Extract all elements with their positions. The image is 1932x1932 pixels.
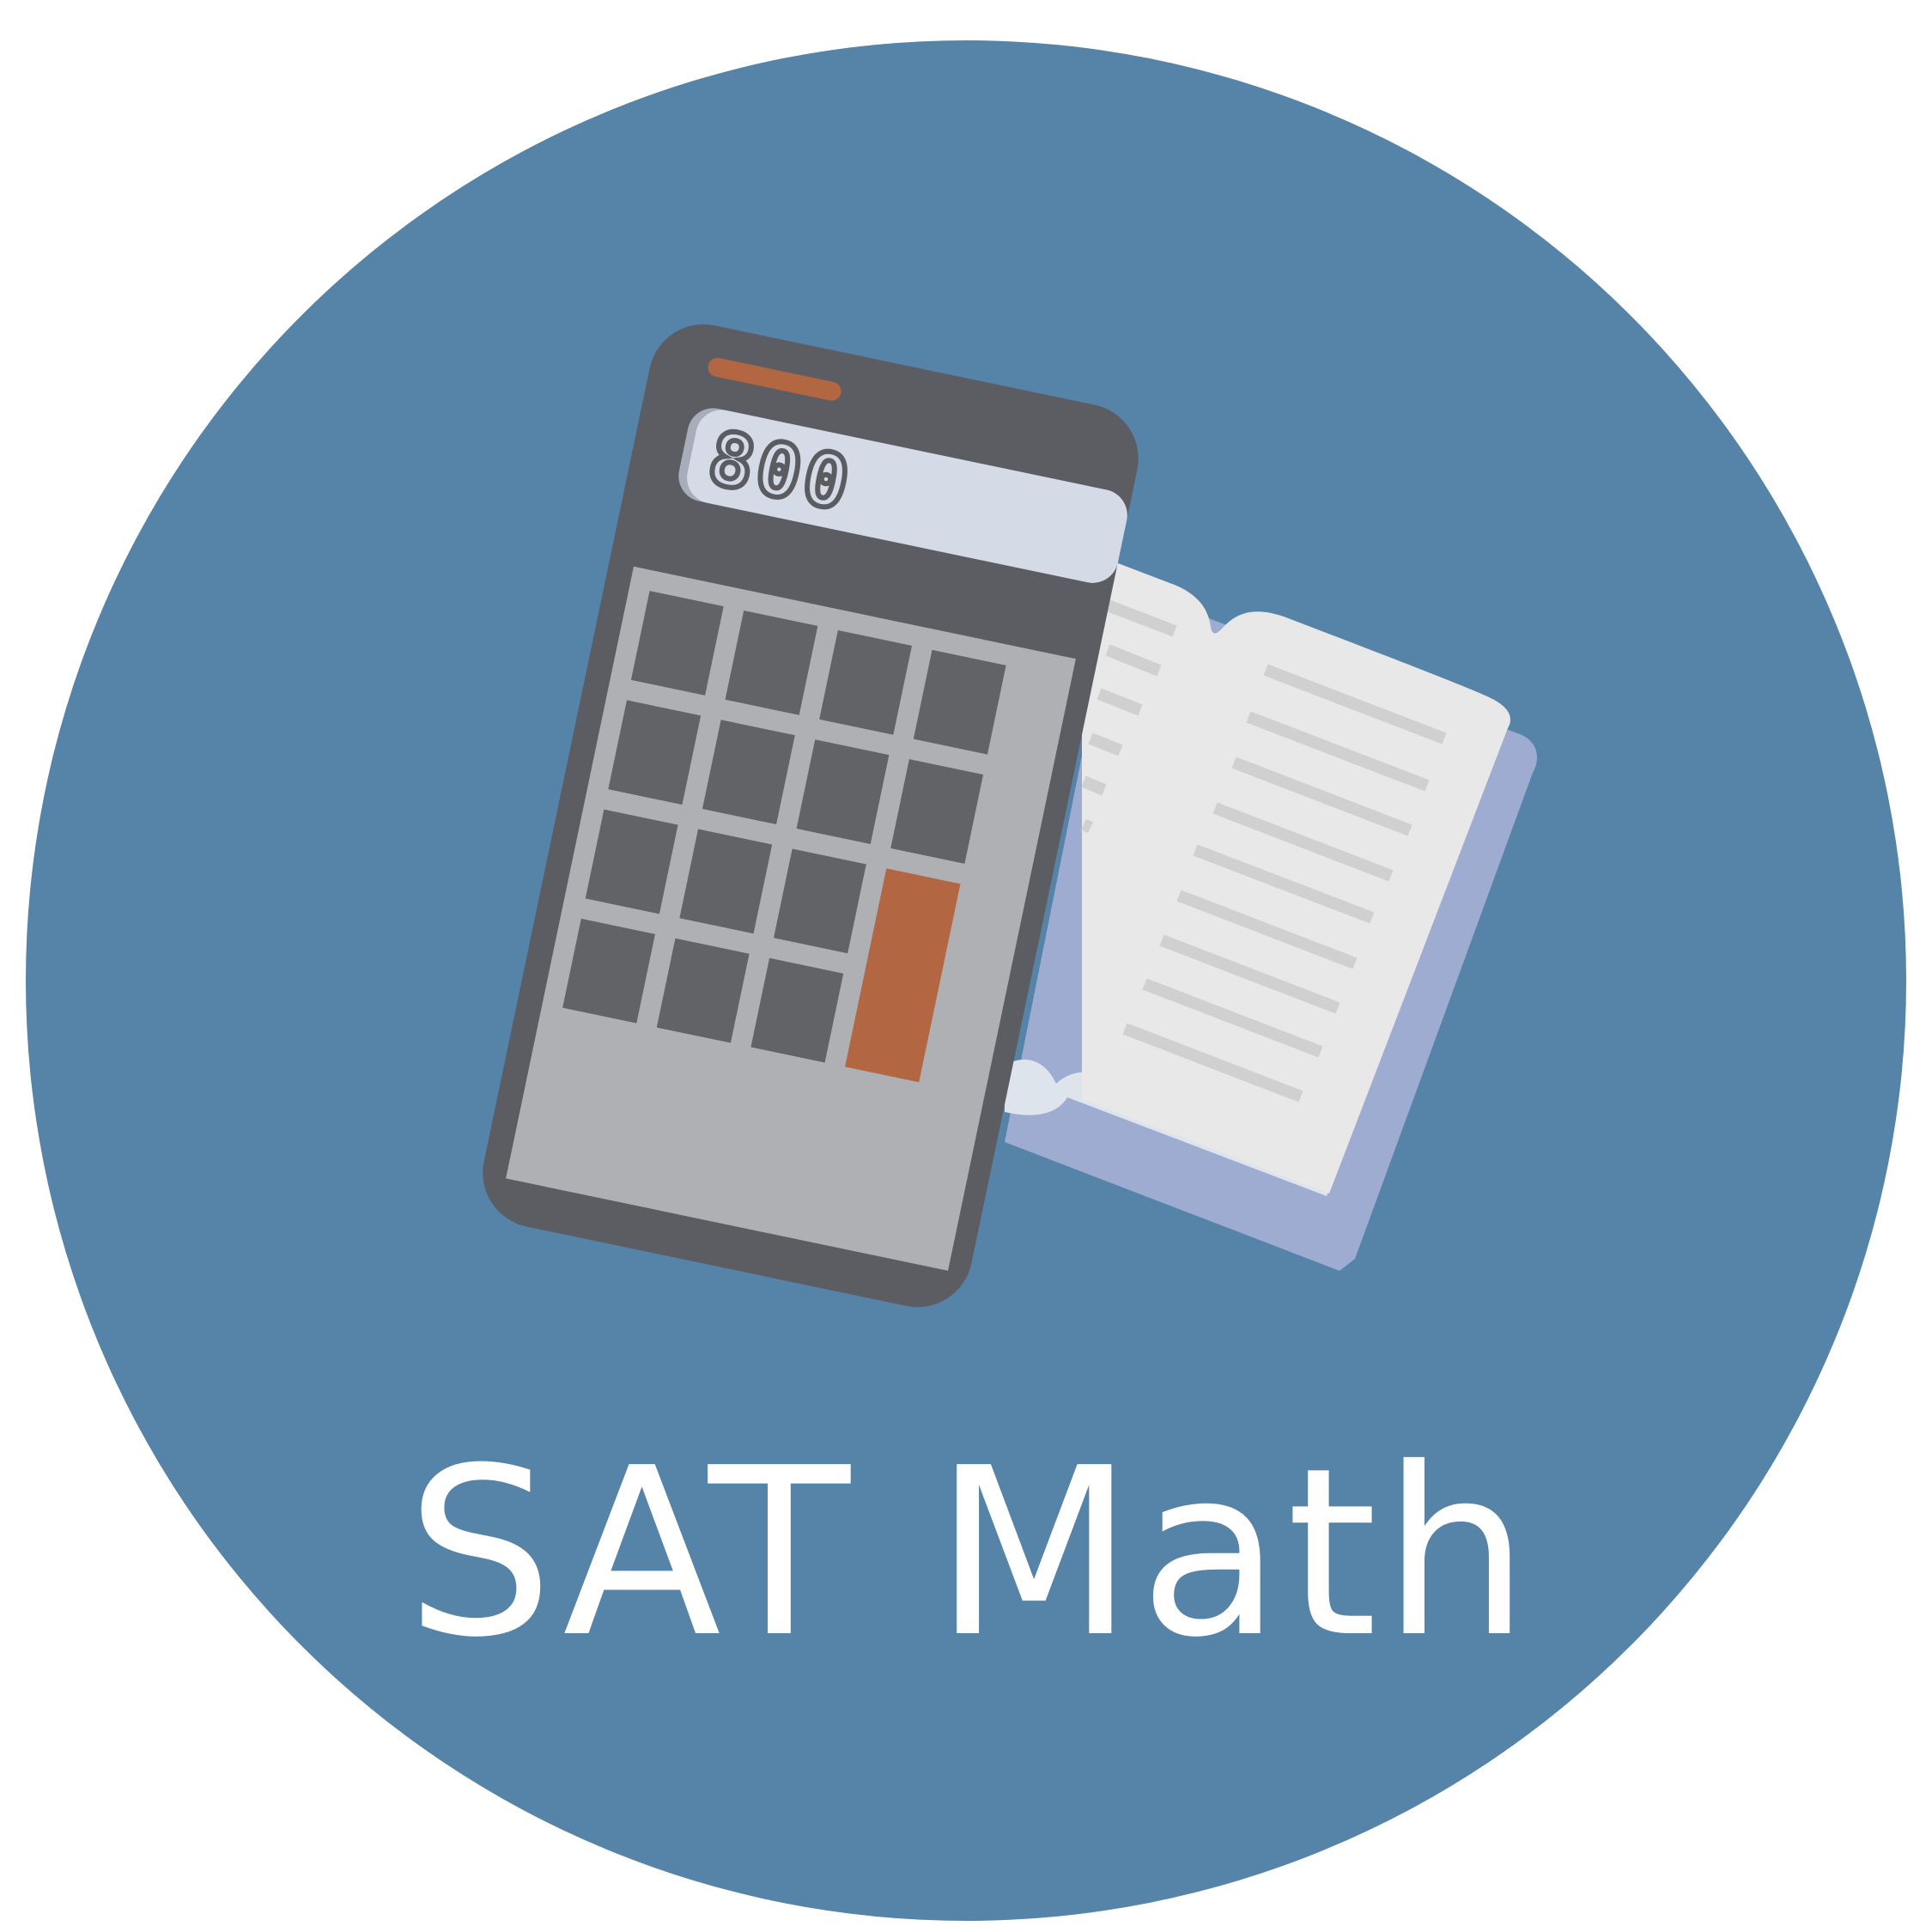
sat-math-badge: 800 SAT Math	[26, 40, 1906, 1921]
badge-title: SAT Math	[406, 1418, 1534, 1688]
